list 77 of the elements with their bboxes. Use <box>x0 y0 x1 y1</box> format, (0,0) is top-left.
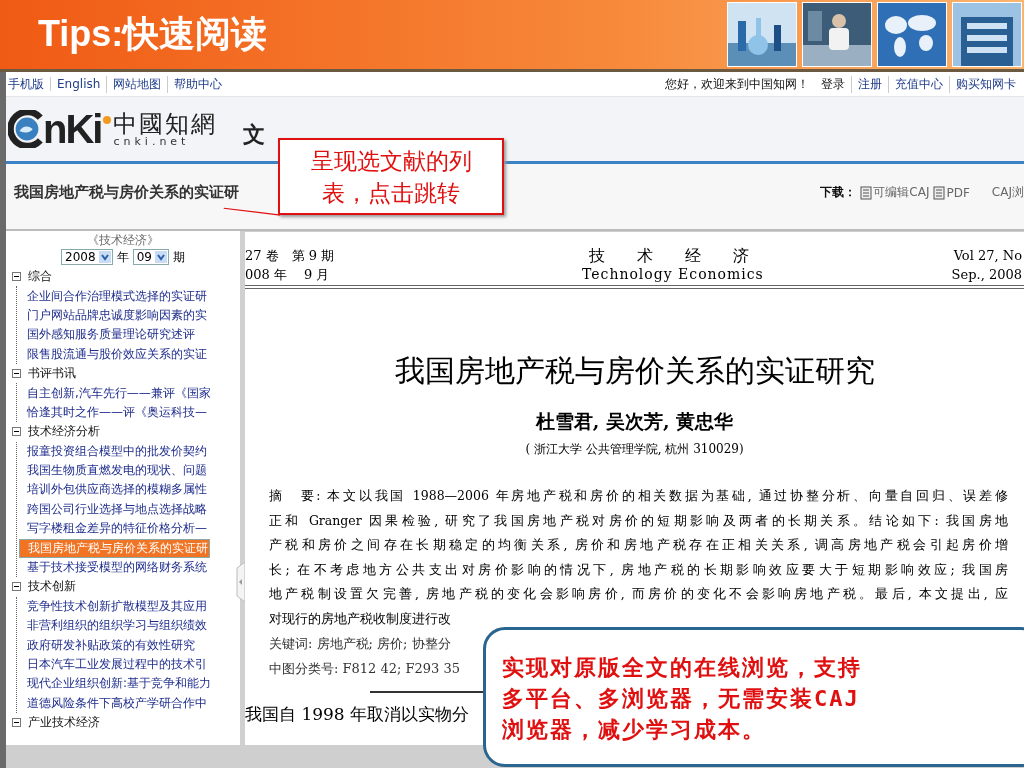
tree-group[interactable]: 综合 <box>22 268 52 286</box>
issue-label: 期 <box>172 248 185 266</box>
classification-text: 中图分类号: F812 42; F293 35 <box>269 660 461 678</box>
tree-item[interactable]: 培训外包供应商选择的模糊多属性 <box>19 481 207 499</box>
tree-item[interactable]: 我国生物质直燃发电的现状、问题 <box>19 462 207 480</box>
tree-item[interactable]: 恰逢其时之作——评《奥运科技— <box>19 403 207 421</box>
nav-link[interactable]: English <box>50 77 107 91</box>
tree-item[interactable]: 企业间合作治理模式选择的实证研 <box>19 287 207 305</box>
greeting-text: 您好，欢迎来到中国知网！ <box>665 75 810 93</box>
tree-item[interactable]: 竞争性技术创新扩散模型及其应用 <box>19 597 207 615</box>
keywords-text: 关键词: 房地产税; 房价; 协整分 <box>269 635 451 653</box>
collapse-toggle-icon[interactable] <box>12 272 21 282</box>
tree-item[interactable]: 日本汽车工业发展过程中的技术引 <box>19 656 207 673</box>
tree-item[interactable]: 门户网站品牌忠诚度影响因素的实 <box>19 306 207 324</box>
abstract-line: 正和 Granger 因果检验, 研究了我国房地产税对房价的短期影响及两者的长期关系。结论如下: 我国房地 <box>269 511 1008 530</box>
tree-item[interactable]: 限售股流通与股价效应关系的实证 <box>19 345 207 363</box>
tree-item[interactable]: 报童投资组合模型中的批发价契约 <box>19 442 207 460</box>
year-label: 年 <box>116 248 129 266</box>
abstract-line: 长; 在不考虑地方公共支出对房价影响的情况下, 房地产税的长期影响效应要大于短期影响效应; 我国房 <box>269 560 1008 579</box>
tree-group[interactable]: 书评书讯 <box>22 365 76 383</box>
download-link[interactable]: PDF <box>933 185 970 200</box>
year-select[interactable]: 2008 <box>61 249 113 265</box>
logo-text: nKi <box>43 106 102 152</box>
tree-item[interactable]: 基于技术接受模型的网络财务系统 <box>19 559 207 577</box>
document-icon <box>860 185 873 200</box>
paper-affiliation: ( 浙江大学 公共管理学院, 杭州 310029) <box>524 441 745 458</box>
tree-item[interactable]: 道德风险条件下高校产学研合作中 <box>19 694 207 712</box>
body-text: 我国自 1998 年取消以实物分 <box>245 703 470 726</box>
logo-chinese: 中國知網 <box>113 111 218 136</box>
journal-title: 技 术 经 济 <box>588 246 757 265</box>
tree-item[interactable]: 现代企业组织创新:基于竞争和能力 <box>19 675 212 693</box>
volume-text: 27 卷 第 9 期 <box>245 247 335 265</box>
paper-authors: 杜雪君, 吴次芳, 黄忠华 <box>534 409 735 434</box>
tree-item[interactable]: 跨国公司行业选择与地点选择战略 <box>19 500 207 518</box>
download-label: 下载： <box>820 184 857 201</box>
logo-dot-icon <box>103 116 112 124</box>
logo-domain: cnki.net <box>113 135 190 147</box>
nav-link[interactable]: 购买知网卡 <box>949 75 1022 93</box>
callout-text: 呈现选文献的列表，点击跳转 <box>309 146 473 208</box>
tree-item[interactable]: 非营利组织的组织学习与组织绩效 <box>19 617 207 635</box>
collapse-toggle-icon[interactable] <box>12 427 21 437</box>
viewer-link[interactable]: CAJ浏 <box>991 184 1024 201</box>
nav-link[interactable]: 帮助中心 <box>167 75 229 93</box>
collapse-toggle-icon[interactable] <box>12 369 21 379</box>
nav-link[interactable]: 手机版 <box>6 75 50 93</box>
tree-item[interactable]: 写字楼租金差异的特征价格分析— <box>19 520 207 538</box>
tree-item[interactable]: 自主创新,汽车先行——兼评《国家 <box>19 384 211 402</box>
article-title: 我国房地产税与房价关系的实证研 <box>14 183 239 202</box>
tree-group[interactable]: 技术经济分析 <box>22 423 100 441</box>
nav-link[interactable]: 注册 <box>851 75 888 93</box>
tree-group[interactable]: 产业技术经济 <box>22 714 100 732</box>
callout-text: 实现对原版全文的在线浏览，支持多平台、多浏览器，无需安装CAJ浏览器，减少学习成本。 <box>502 654 863 744</box>
nav-link[interactable]: 充值中心 <box>888 75 949 93</box>
slide-title: Tips:快速阅读 <box>38 12 268 56</box>
dropdown-arrow-icon <box>98 251 111 263</box>
issue-select[interactable]: 09 <box>132 249 169 265</box>
download-link[interactable]: 可编辑CAJ <box>860 184 930 201</box>
collapse-toggle-icon[interactable] <box>12 582 21 592</box>
dropdown-arrow-icon <box>154 251 167 263</box>
date-english: Sep., 2008 <box>951 266 1022 284</box>
collapse-toggle-icon[interactable] <box>12 718 21 728</box>
nav-link[interactable]: 登录 <box>815 75 851 93</box>
journal-english-title: Technology Economics <box>582 265 764 284</box>
journal-name: 《技术经济》 <box>86 233 160 247</box>
tree-item[interactable]: 政府研发补贴政策的有效性研究 <box>19 636 195 654</box>
abstract-line: 地产税制设置欠完善, 房地产税的变化会影响房价, 而房价的变化不会影响房地产税。最后, 本文提出, 应 <box>269 585 1008 603</box>
paper-title: 我国房地产税与房价关系的实证研究 <box>393 352 876 390</box>
issue-date: 008 年 9 月 <box>245 266 331 284</box>
abstract-line: 产税和房价之间存在长期稳定的均衡关系, 房价和房地产税存在正相关关系, 调高房地产税会引起房价增 <box>269 536 1008 554</box>
collapse-handle[interactable] <box>235 562 245 602</box>
tree-item[interactable]: 国外感知服务质量理论研究述评 <box>19 326 195 344</box>
volume-english: Vol 27, No <box>953 247 1022 265</box>
abstract-line: 对现行的房地产税收制度进行改 <box>269 609 452 628</box>
tree-group[interactable]: 技术创新 <box>22 578 76 596</box>
abstract-line: 摘 要: 本文以我国 1988—2006 年房地产税和房价的相关数据为基础, 通过协整分析、向量自回归、误差修 <box>269 487 1008 505</box>
nav-link[interactable]: 网站地图 <box>106 75 168 93</box>
page-heading: 文 <box>243 121 266 149</box>
